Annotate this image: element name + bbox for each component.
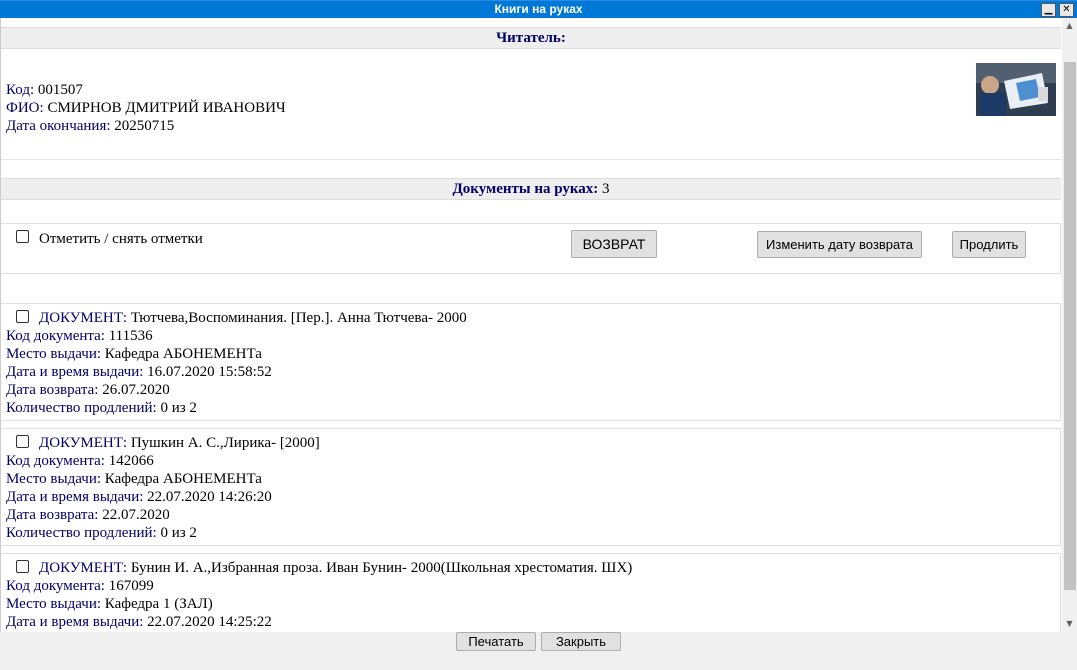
mark-all-checkbox[interactable] <box>16 230 29 243</box>
close-window-button[interactable]: ✕ <box>1059 3 1074 17</box>
extend-button[interactable]: Продлить <box>952 231 1026 258</box>
document-place: Место выдачи: Кафедра 1 (ЗАЛ) <box>6 596 213 612</box>
close-button[interactable]: Закрыть <box>541 632 621 651</box>
document-checkbox[interactable] <box>16 435 29 448</box>
document-title: ДОКУМЕНТ: Тютчева,Воспоминания. [Пер.]. … <box>39 310 467 326</box>
window-title: Книги на руках <box>494 2 583 16</box>
document-code: Код документа: 167099 <box>6 578 154 594</box>
change-return-date-button[interactable]: Изменить дату возврата <box>757 231 922 258</box>
document-code: Код документа: 142066 <box>6 453 154 469</box>
footer-bar: Печатать Закрыть <box>0 632 1077 670</box>
reader-photo <box>976 63 1056 116</box>
reader-name: ФИО: СМИРНОВ ДМИТРИЙ ИВАНОВИЧ <box>6 100 286 116</box>
document-title: ДОКУМЕНТ: Пушкин А. С.,Лирика- [2000] <box>39 435 320 451</box>
document-renewals: Количество продлений: 0 из 2 <box>6 400 197 416</box>
document-item: ДОКУМЕНТ: Пушкин А. С.,Лирика- [2000] Ко… <box>1 428 1061 546</box>
document-title: ДОКУМЕНТ: Бунин И. А.,Избранная проза. И… <box>39 560 633 576</box>
arrow-down-icon[interactable]: ▼ <box>1062 616 1077 631</box>
document-place: Место выдачи: Кафедра АБОНЕМЕНТа <box>6 471 262 487</box>
return-button[interactable]: ВОЗВРАТ <box>571 230 657 258</box>
minimize-button[interactable]: ▁ <box>1041 3 1056 17</box>
close-icon: ✕ <box>1062 4 1071 15</box>
document-item: ДОКУМЕНТ: Тютчева,Воспоминания. [Пер.]. … <box>1 303 1061 421</box>
documents-header: Документы на руках: 3 <box>1 178 1061 200</box>
mark-all-label: Отметить / снять отметки <box>39 231 203 247</box>
main-content: Читатель: Код: 001507 ФИО: СМИРНОВ ДМИТР… <box>0 18 1062 632</box>
actions-toolbar: Отметить / снять отметки ВОЗВРАТ Изменит… <box>1 223 1061 274</box>
document-renewals: Количество продлений: 0 из 2 <box>6 525 197 541</box>
arrow-up-icon[interactable]: ▲ <box>1062 18 1077 33</box>
reader-info: Код: 001507 ФИО: СМИРНОВ ДМИТРИЙ ИВАНОВИ… <box>1 56 1061 160</box>
document-place: Место выдачи: Кафедра АБОНЕМЕНТа <box>6 346 262 362</box>
document-return-date: Дата возврата: 26.07.2020 <box>6 382 170 398</box>
document-item: ДОКУМЕНТ: Бунин И. А.,Избранная проза. И… <box>1 553 1061 632</box>
document-code: Код документа: 111536 <box>6 328 153 344</box>
document-issued: Дата и время выдачи: 16.07.2020 15:58:52 <box>6 364 272 380</box>
document-checkbox[interactable] <box>16 560 29 573</box>
vertical-scrollbar[interactable]: ▲ ▼ <box>1062 18 1077 632</box>
minimize-icon: ▁ <box>1044 4 1053 15</box>
scrollbar-thumb[interactable] <box>1064 62 1076 590</box>
reader-end-date: Дата окончания: 20250715 <box>6 118 175 134</box>
reader-header: Читатель: <box>1 27 1061 49</box>
document-checkbox[interactable] <box>16 310 29 323</box>
document-issued: Дата и время выдачи: 22.07.2020 14:26:20 <box>6 489 272 505</box>
document-return-date: Дата возврата: 22.07.2020 <box>6 507 170 523</box>
document-issued: Дата и время выдачи: 22.07.2020 14:25:22 <box>6 614 272 630</box>
print-button[interactable]: Печатать <box>456 632 536 651</box>
reader-code: Код: 001507 <box>6 82 83 98</box>
window-titlebar: Книги на руках ▁ ✕ <box>0 0 1077 18</box>
documents-count: 3 <box>602 181 610 197</box>
